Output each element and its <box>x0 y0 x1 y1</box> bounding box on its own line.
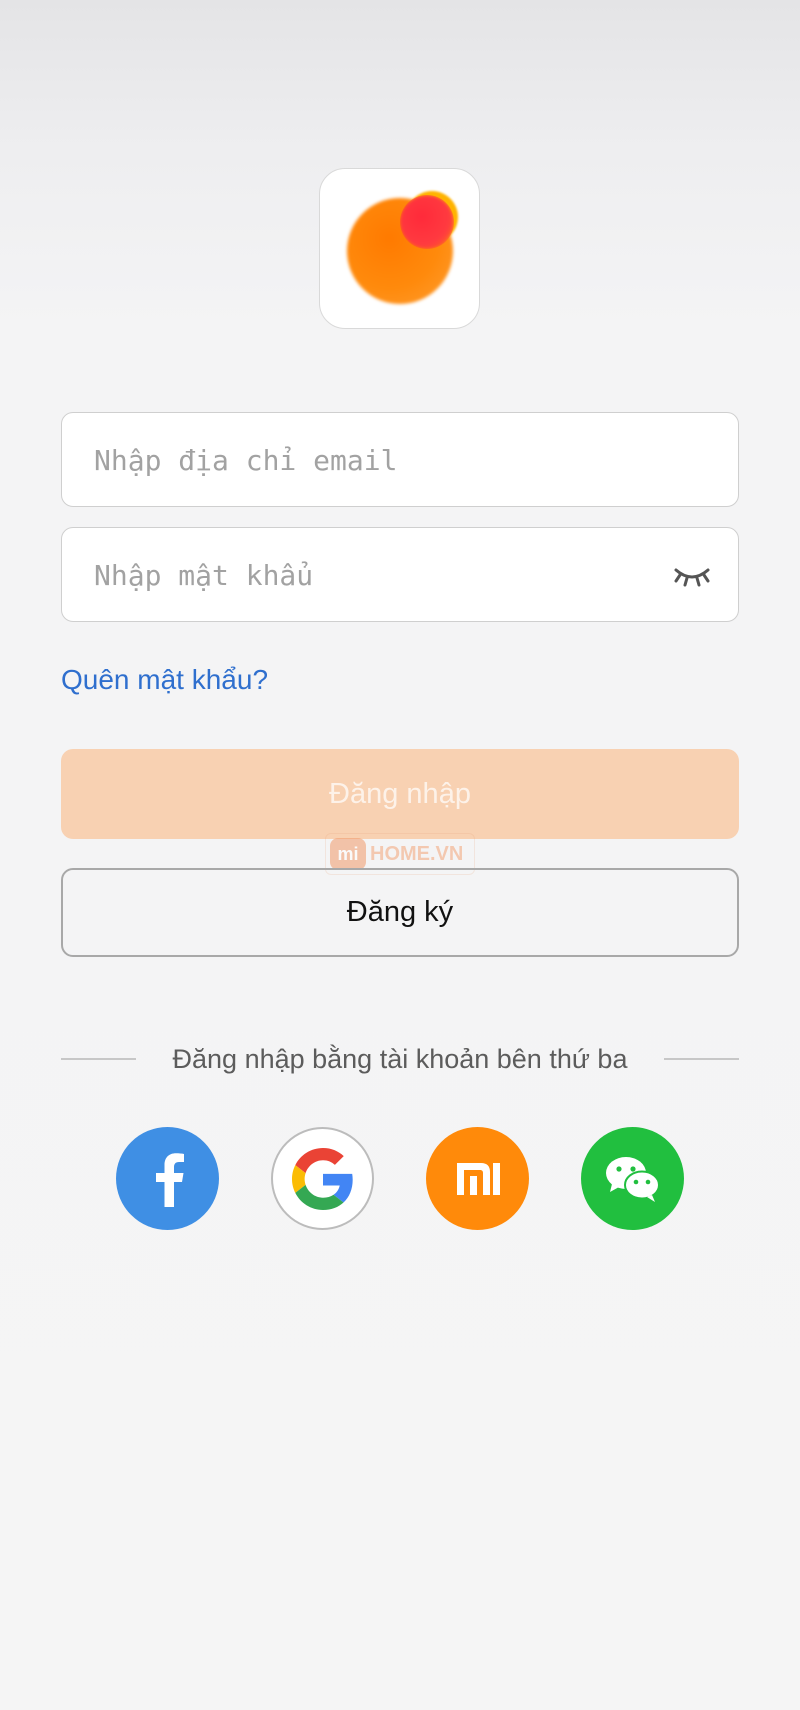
google-icon <box>291 1147 354 1210</box>
divider-line-right <box>664 1058 739 1060</box>
login-button[interactable]: Đăng nhập <box>61 749 739 839</box>
divider-line-left <box>61 1058 136 1060</box>
register-button[interactable]: Đăng ký <box>61 868 739 957</box>
forgot-password-link[interactable]: Quên mật khẩu? <box>61 664 268 696</box>
app-logo <box>319 168 480 329</box>
watermark-badge: mi <box>330 838 366 870</box>
wechat-login-button[interactable] <box>581 1127 684 1230</box>
password-field-container <box>61 527 739 623</box>
app-logo-overlap-circle <box>400 195 454 249</box>
email-field[interactable] <box>92 413 656 508</box>
facebook-icon <box>148 1151 188 1207</box>
mi-login-button[interactable] <box>426 1127 529 1230</box>
wechat-icon <box>604 1154 662 1204</box>
eye-closed-icon[interactable] <box>670 558 714 592</box>
third-party-label: Đăng nhập bằng tài khoản bên thứ ba <box>172 1043 628 1074</box>
password-field[interactable] <box>92 528 656 623</box>
email-field-container <box>61 412 739 508</box>
third-party-divider: Đăng nhập bằng tài khoản bên thứ ba <box>61 1037 739 1081</box>
google-login-button[interactable] <box>271 1127 374 1230</box>
watermark-text: HOME.VN <box>370 842 464 865</box>
facebook-login-button[interactable] <box>116 1127 219 1230</box>
mi-icon <box>455 1161 501 1197</box>
